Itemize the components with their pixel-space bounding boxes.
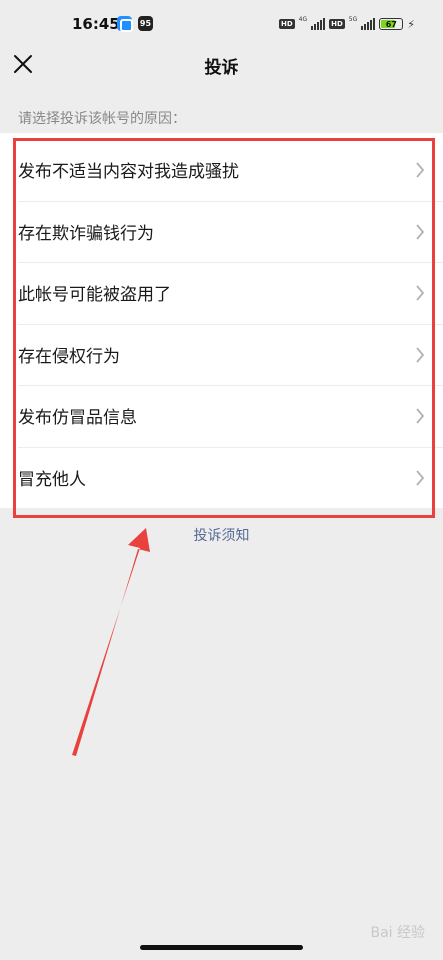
reason-label: 存在侵权行为	[18, 346, 120, 367]
home-indicator[interactable]	[140, 945, 303, 950]
watermark-logo: Bai 经验	[370, 925, 425, 941]
status-time: 16:45	[72, 15, 120, 33]
chevron-right-icon	[416, 162, 425, 178]
battery-level: 67	[385, 19, 397, 29]
network-type-2: 5G	[348, 15, 358, 23]
reason-label: 存在欺诈骗钱行为	[18, 223, 154, 244]
reason-item-fraud[interactable]: 存在欺诈骗钱行为	[0, 200, 443, 263]
nav-bar: 投诉	[0, 40, 443, 90]
signal-icon-2	[361, 18, 376, 30]
reason-label: 此帐号可能被盗用了	[18, 285, 171, 305]
reason-list: 发布不适当内容对我造成骚扰 存在欺诈骗钱行为 此帐号可能被盗用了 存在侵权行为 …	[0, 133, 443, 508]
reason-item-harassment[interactable]: 发布不适当内容对我造成骚扰	[0, 139, 443, 201]
app-badge-icon: 95	[138, 16, 153, 31]
system-icons: HD 4G HD 5G 67 ⚡	[278, 15, 415, 32]
reason-item-impersonation[interactable]: 冒充他人	[0, 446, 443, 509]
reason-item-stolen-account[interactable]: 此帐号可能被盗用了	[0, 262, 443, 324]
charging-icon: ⚡	[407, 17, 415, 31]
chevron-right-icon	[416, 346, 425, 363]
battery-icon: 67	[379, 18, 404, 30]
reason-item-infringement[interactable]: 存在侵权行为	[0, 323, 443, 386]
reason-item-counterfeit[interactable]: 发布仿冒品信息	[0, 385, 443, 447]
signal-icon	[311, 18, 326, 30]
hd-icon: HD	[278, 19, 295, 29]
chevron-right-icon	[416, 469, 425, 486]
reason-label: 冒充他人	[18, 469, 86, 490]
network-type-1: 4G	[298, 15, 308, 23]
chevron-right-icon	[416, 408, 425, 424]
hd-icon-2: HD	[329, 19, 345, 29]
section-hint: 请选择投诉该帐号的原因：	[18, 111, 186, 127]
chevron-right-icon	[416, 223, 425, 240]
complaint-notice-link[interactable]: 投诉须知	[0, 525, 443, 545]
app-notification-icon	[117, 16, 133, 32]
reason-label: 发布不适当内容对我造成骚扰	[18, 162, 239, 182]
page-title: 投诉	[204, 58, 239, 78]
chevron-right-icon	[416, 285, 425, 301]
reason-label: 发布仿冒品信息	[18, 408, 137, 428]
